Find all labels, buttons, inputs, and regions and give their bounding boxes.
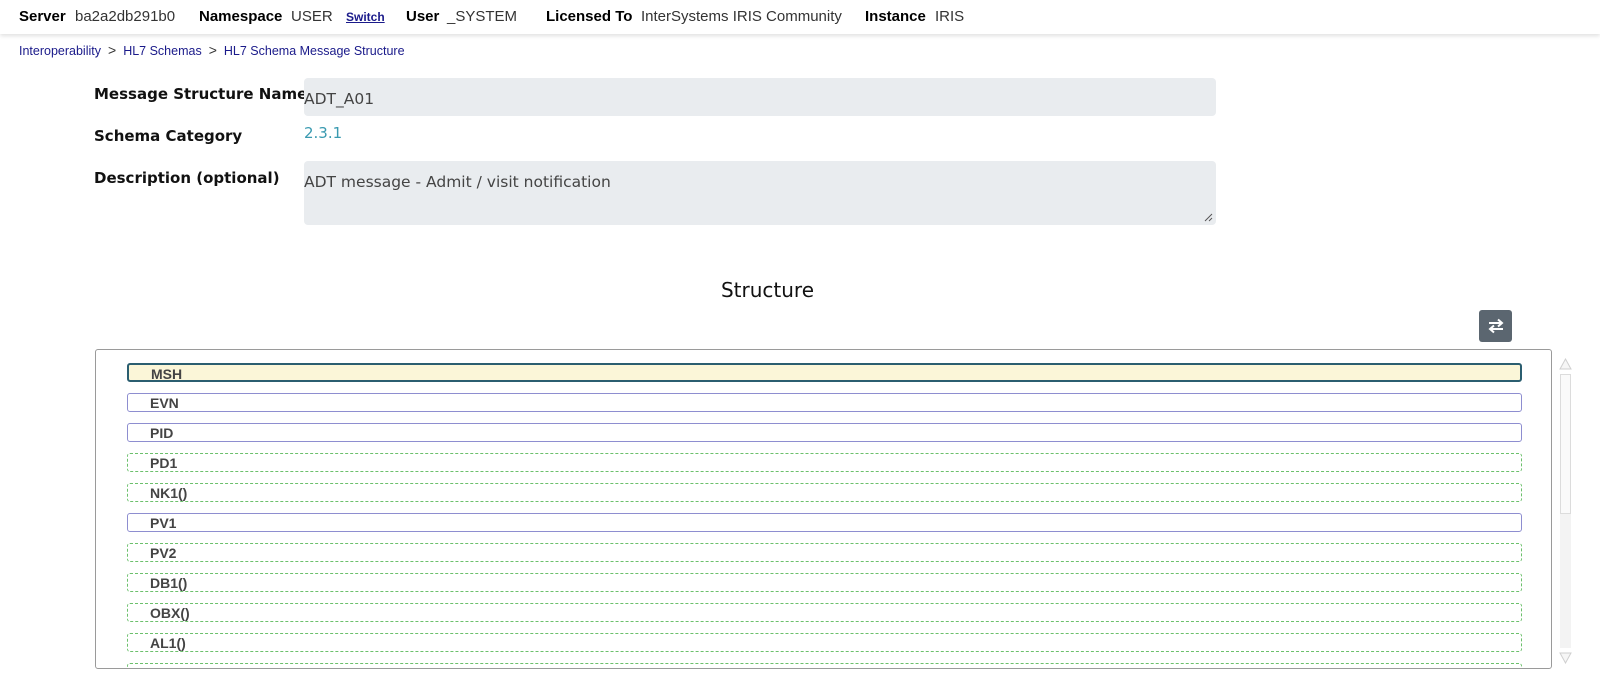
segment-label: NK1() xyxy=(150,485,188,501)
segment-nk1[interactable]: NK1() xyxy=(127,483,1522,502)
message-structure-name-field[interactable]: ADT_A01 xyxy=(304,78,1216,116)
resize-grip-icon[interactable] xyxy=(1204,213,1213,222)
licensed-to-label: Licensed To xyxy=(546,8,633,25)
segment-db1[interactable]: DB1() xyxy=(127,573,1522,592)
description-value: ADT message - Admit / visit notification xyxy=(304,173,611,191)
segment-obx[interactable]: OBX() xyxy=(127,603,1522,622)
segment-label: PD1 xyxy=(150,455,178,471)
scroll-down-arrow-icon[interactable] xyxy=(1559,652,1572,664)
description-textarea[interactable]: ADT message - Admit / visit notification xyxy=(304,161,1216,225)
top-header-bar: Server ba2a2db291b0 Namespace USER Switc… xyxy=(0,0,1600,34)
structure-scrollbar[interactable] xyxy=(1558,358,1573,664)
switch-namespace-link[interactable]: Switch xyxy=(346,10,385,24)
segment-label: PID xyxy=(150,425,174,441)
swap-arrows-icon xyxy=(1487,318,1504,334)
segment-dg1[interactable]: DG1() xyxy=(127,663,1522,668)
segment-label: MSH xyxy=(151,366,183,382)
segment-msh[interactable]: MSH xyxy=(127,363,1522,382)
breadcrumb-separator: > xyxy=(108,42,117,58)
structure-heading: Structure xyxy=(720,278,815,302)
segment-pv2[interactable]: PV2 xyxy=(127,543,1522,562)
instance-label: Instance xyxy=(865,8,926,25)
segment-label: PV1 xyxy=(150,515,177,531)
breadcrumb-interoperability[interactable]: Interoperability xyxy=(19,44,101,58)
message-structure-name-value: ADT_A01 xyxy=(304,90,375,108)
segment-label: DG1() xyxy=(150,665,188,668)
segment-label: OBX() xyxy=(150,605,190,621)
breadcrumb-separator: > xyxy=(208,42,217,58)
instance-value: IRIS xyxy=(935,8,965,25)
namespace-value: USER xyxy=(291,8,333,25)
licensed-to-value: InterSystems IRIS Community xyxy=(641,8,842,25)
scroll-thumb[interactable] xyxy=(1560,374,1571,514)
toggle-view-button[interactable] xyxy=(1479,310,1512,342)
user-label: User xyxy=(406,8,440,25)
segment-evn[interactable]: EVN xyxy=(127,393,1522,412)
breadcrumb: Interoperability > HL7 Schemas > HL7 Schema … xyxy=(19,42,405,58)
schema-category-label: Schema Category xyxy=(94,127,243,145)
breadcrumb-hl7-schema-message-structure[interactable]: HL7 Schema Message Structure xyxy=(224,44,405,58)
server-value: ba2a2db291b0 xyxy=(75,8,176,25)
segment-label: EVN xyxy=(150,395,179,411)
segment-pid[interactable]: PID xyxy=(127,423,1522,442)
server-label: Server xyxy=(19,8,66,25)
segment-pd1[interactable]: PD1 xyxy=(127,453,1522,472)
scroll-up-arrow-icon[interactable] xyxy=(1559,358,1572,370)
breadcrumb-hl7-schemas[interactable]: HL7 Schemas xyxy=(123,44,202,58)
namespace-label: Namespace xyxy=(199,8,283,25)
message-structure-name-label: Message Structure Name xyxy=(94,85,308,103)
description-label: Description (optional) xyxy=(94,169,280,187)
user-value: _SYSTEM xyxy=(447,8,518,25)
segment-label: AL1() xyxy=(150,635,186,651)
segment-pv1[interactable]: PV1 xyxy=(127,513,1522,532)
segment-al1[interactable]: AL1() xyxy=(127,633,1522,652)
segment-label: DB1() xyxy=(150,575,188,591)
segment-label: PV2 xyxy=(150,545,177,561)
schema-category-link[interactable]: 2.3.1 xyxy=(304,124,342,142)
structure-panel: MSH EVN PID PD1 NK1() PV1 PV2 DB1() OBX() AL1() DG… xyxy=(95,349,1552,669)
